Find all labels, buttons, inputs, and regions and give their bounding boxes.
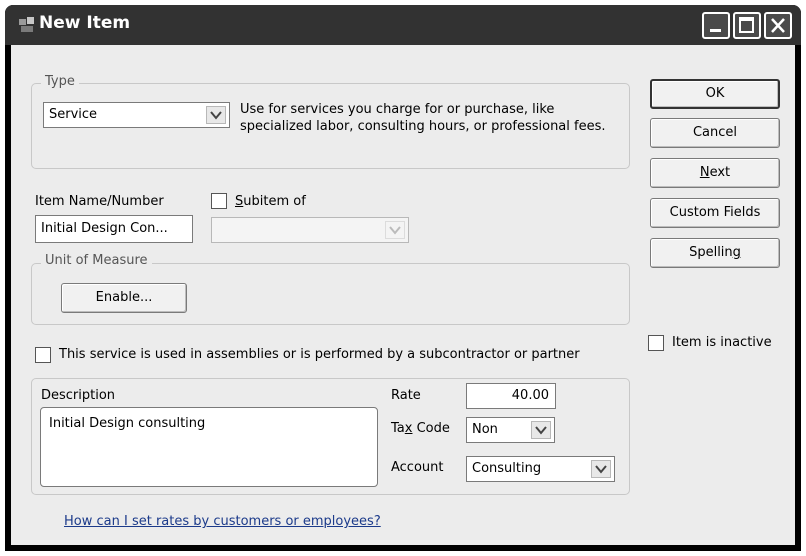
subitem-select[interactable] xyxy=(211,217,409,243)
minimize-icon xyxy=(710,29,721,32)
tax-code-select[interactable]: Non xyxy=(466,417,555,443)
chevron-down-icon[interactable] xyxy=(206,106,226,124)
enable-uom-button[interactable]: Enable... xyxy=(61,283,187,313)
close-icon xyxy=(771,18,785,33)
rates-help-link[interactable]: How can I set rates by customers or empl… xyxy=(64,514,381,529)
chevron-down-icon[interactable] xyxy=(531,421,551,439)
type-select-value: Service xyxy=(49,107,98,122)
rate-input[interactable]: 40.00 xyxy=(466,383,556,409)
item-inactive-checkbox[interactable] xyxy=(648,335,664,351)
close-button[interactable] xyxy=(764,12,792,39)
description-label: Description xyxy=(41,388,116,403)
account-value: Consulting xyxy=(472,461,542,476)
custom-fields-button[interactable]: Custom Fields xyxy=(650,198,780,228)
tax-code-label: Tax Code xyxy=(391,421,450,436)
new-item-window: New Item Type Service Use for services y… xyxy=(5,5,801,551)
unit-of-measure-label: Unit of Measure xyxy=(41,253,152,268)
chevron-down-icon[interactable] xyxy=(591,460,611,478)
account-label: Account xyxy=(391,460,444,475)
app-icon xyxy=(19,17,34,32)
description-textarea[interactable]: Initial Design consulting xyxy=(40,407,378,487)
next-button[interactable]: Next xyxy=(650,158,780,188)
maximize-button[interactable] xyxy=(733,12,761,39)
type-select[interactable]: Service xyxy=(43,102,230,128)
window-title: New Item xyxy=(39,13,131,33)
assembly-checkbox[interactable] xyxy=(35,347,51,363)
subitem-checkbox[interactable] xyxy=(211,193,227,209)
chevron-down-icon[interactable] xyxy=(385,221,405,239)
item-name-input[interactable]: Initial Design Con... xyxy=(35,215,193,243)
title-bar[interactable]: New Item xyxy=(5,5,801,45)
ok-button[interactable]: OK xyxy=(650,79,780,109)
rate-label: Rate xyxy=(391,388,421,403)
rate-value: 40.00 xyxy=(511,388,549,403)
dialog-body: Type Service Use for services you charge… xyxy=(11,45,795,545)
item-inactive-label: Item is inactive xyxy=(672,335,772,350)
tax-code-value: Non xyxy=(472,422,498,437)
maximize-icon xyxy=(739,17,754,33)
type-description: Use for services you charge for or purch… xyxy=(240,102,606,134)
assembly-checkbox-label: This service is used in assemblies or is… xyxy=(59,347,580,362)
cancel-button[interactable]: Cancel xyxy=(650,118,780,148)
type-group-label: Type xyxy=(41,74,79,89)
account-select[interactable]: Consulting xyxy=(466,456,615,482)
minimize-button[interactable] xyxy=(702,12,730,39)
spelling-button[interactable]: Spelling xyxy=(650,238,780,268)
item-name-label: Item Name/Number xyxy=(35,194,164,209)
item-name-value: Initial Design Con... xyxy=(41,221,168,236)
subitem-label: Subitem of xyxy=(235,194,306,209)
description-value: Initial Design consulting xyxy=(49,416,206,431)
